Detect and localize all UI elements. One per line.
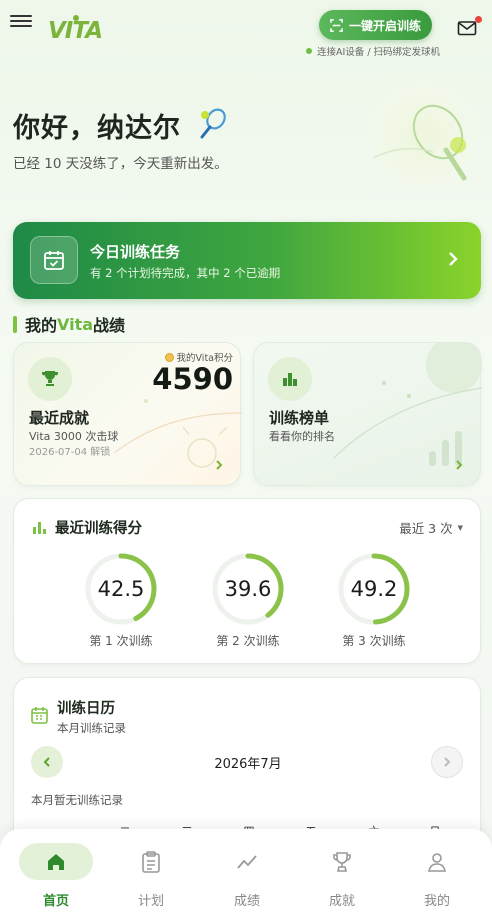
scores-range-select[interactable]: 最近 3 次 ▼ [399,518,463,537]
achievement-decoration [114,399,242,468]
user-icon [400,843,474,880]
chevron-right-icon [449,252,458,266]
achievement-name: Vita 3000 次击球 [29,430,119,443]
unread-dot [475,16,482,23]
record-section-title: 我的 Vita 战绩 [13,312,125,336]
greeting-text: 你好，纳达尔 [13,113,181,144]
tennis-racket-icon [200,108,227,139]
ranking-title: 训练榜单 [269,409,330,427]
start-training-button[interactable]: 一键开启训练 [319,10,432,40]
trend-icon [210,843,284,880]
calendar-month: 2026年7月 [214,757,282,772]
calendar-empty-text: 本月暂无训练记录 [31,793,123,807]
calendar-check-icon [30,236,78,284]
tab-label: 成就 [328,894,355,909]
greeting-title: 你好，纳达尔 [13,106,229,145]
calendar-subtitle: 本月训练记录 [57,721,126,735]
trophy-icon [305,843,379,880]
score-ring: 49.2 [337,552,411,626]
tab-trend[interactable]: 成绩 [207,843,287,909]
score-label: 第 2 次训练 [216,634,280,648]
tab-clipboard[interactable]: 计划 [111,843,191,909]
score-value: 49.2 [350,577,398,601]
chevron-right-icon [456,460,463,470]
tab-trophy[interactable]: 成就 [302,843,382,909]
tab-label: 计划 [137,894,164,909]
svg-text:VITA: VITA [48,18,102,42]
vita-logo: VITA [48,15,103,42]
achievement-card[interactable]: 我的Vita积分 4590 最近成就 Vita 3000 次击球 2026-07… [13,342,242,486]
device-connect-text: 连接AI设备 / 扫码绑定发球机 [317,47,441,58]
achievement-date: 2026-07-04 解锁 [29,447,111,458]
home-icon [19,843,93,880]
bar-chart-icon [33,522,46,534]
score-value: 42.5 [97,577,145,601]
caret-down-icon: ▼ [457,523,463,532]
achievement-title: 最近成就 [29,409,90,427]
chevron-right-icon [216,460,223,470]
tab-label: 成绩 [233,894,260,909]
tab-home[interactable]: 首页 [16,843,96,909]
mail-button[interactable] [457,16,482,39]
clipboard-icon [114,843,188,880]
bottom-tab-bar: 首页 计划 成绩 成就 我的 [0,829,492,913]
training-calendar-card: 训练日历 本月训练记录 2026年7月 本月暂无训练记录 一二三四五六日 [13,677,481,847]
coin-icon [164,352,174,362]
chevron-right-icon [444,757,451,767]
ranking-card[interactable]: 训练榜单 看看你的排名 [253,342,482,486]
start-training-label: 一键开启训练 [348,18,421,33]
device-connect-hint[interactable]: 连接AI设备 / 扫码绑定发球机 [306,44,440,58]
tab-label: 我的 [423,894,450,909]
mail-icon [457,21,477,36]
scan-icon [330,18,343,32]
next-month-button[interactable] [431,746,463,778]
prev-month-button[interactable] [31,746,63,778]
menu-icon[interactable] [10,12,32,30]
today-task-banner[interactable]: 今日训练任务 有 2 个计划待完成，其中 2 个已逾期 [13,222,481,299]
vita-points-value: 4590 [152,362,233,396]
score-ring: 42.5 [84,552,158,626]
calendar-title: 训练日历 [57,701,115,717]
greeting-subtitle: 已经 10 天没练了，今天重新出发。 [13,156,228,172]
score-ring: 39.6 [211,552,285,626]
section-accent-bar [13,315,17,333]
record-title-prefix: 我的 [25,316,58,335]
status-dot [306,48,312,54]
calendar-icon [31,707,48,724]
task-subtitle: 有 2 个计划待完成，其中 2 个已逾期 [90,266,281,280]
task-title: 今日训练任务 [90,243,181,261]
score-label: 第 1 次训练 [89,634,153,648]
bar-chart-icon [268,357,312,401]
recent-scores-card: 最近训练得分 最近 3 次 ▼ 42.5 第 1 次训练 39.6 第 2 次训练 49… [13,498,481,664]
tennis-racket-illustration [372,104,467,181]
tennis-decoration [368,80,480,192]
chevron-left-icon [43,757,50,767]
trophy-icon [28,357,72,401]
tab-user[interactable]: 我的 [397,843,477,909]
scores-range-value: 最近 3 次 [399,521,453,536]
ranking-subtitle: 看看你的排名 [269,430,335,443]
scores-title: 最近训练得分 [32,517,142,538]
tab-label: 首页 [42,894,69,909]
score-value: 39.6 [224,577,272,601]
score-label: 第 3 次训练 [342,634,406,648]
record-title-suffix: 战绩 [93,316,126,335]
scores-title-text: 最近训练得分 [55,521,142,537]
record-title-brand: Vita [57,314,94,334]
